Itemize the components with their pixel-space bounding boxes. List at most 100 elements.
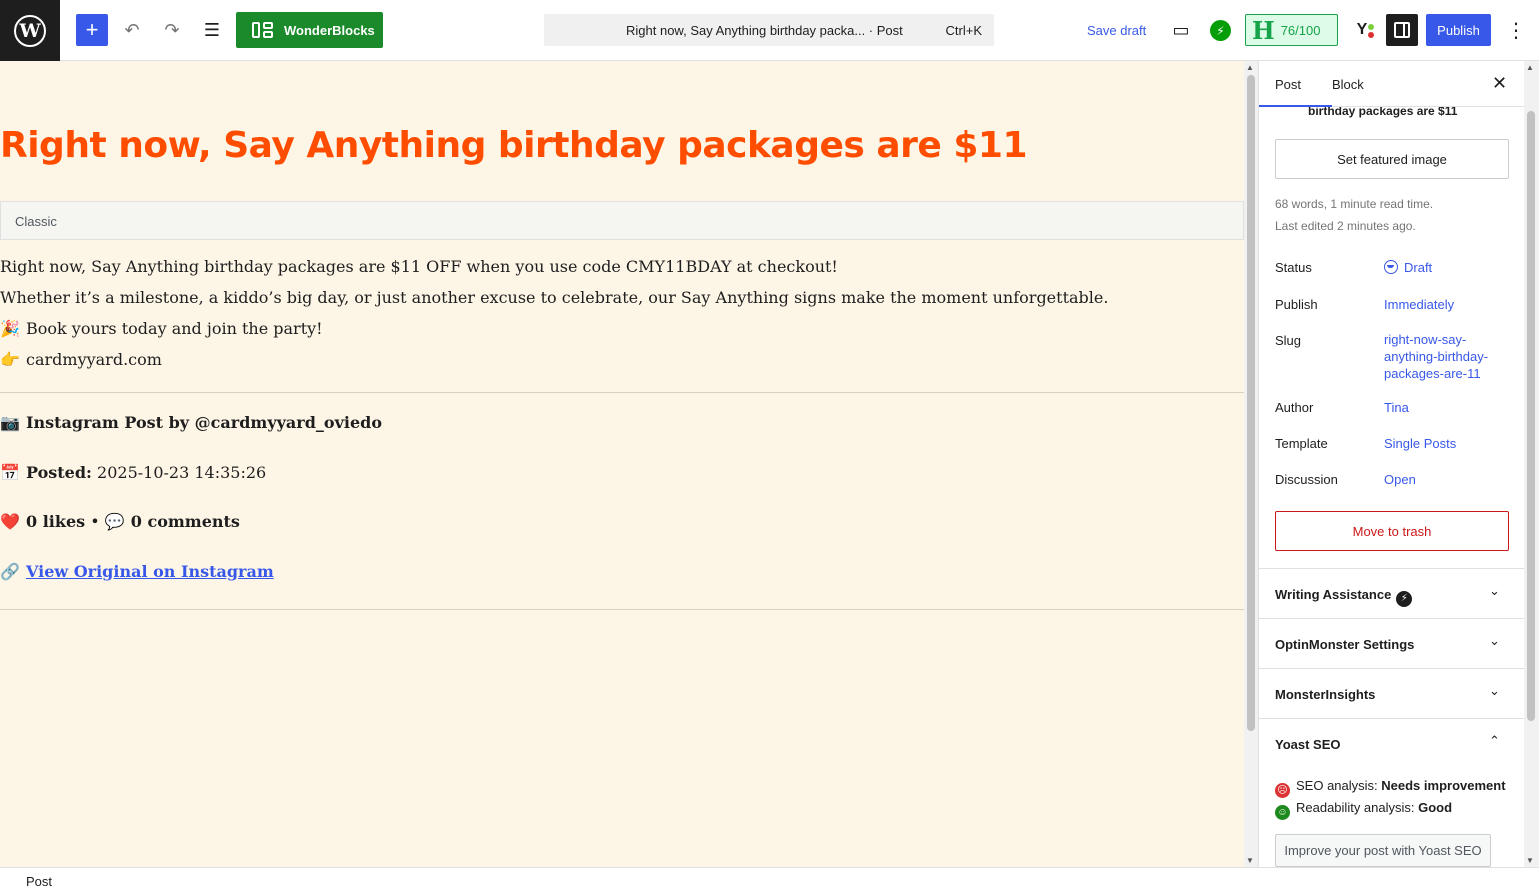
jetpack-ai-icon: ⚡ [1396, 591, 1413, 607]
calendar-icon: 📅 [0, 462, 20, 482]
instagram-link-row: 🔗 View Original on Instagram [0, 562, 382, 612]
canvas-scroll-thumb[interactable] [1247, 75, 1255, 731]
yoast-toolbar-icon[interactable]: Y [1346, 14, 1378, 46]
jetpack-icon[interactable]: ⚡ [1210, 20, 1231, 41]
scroll-down-icon[interactable]: ▼ [1246, 856, 1254, 865]
redo-icon[interactable]: ↷ [156, 14, 188, 46]
discussion-label: Discussion [1275, 472, 1338, 487]
command-shortcut: Ctrl+K [945, 22, 982, 38]
draft-status-icon [1384, 260, 1398, 274]
close-icon[interactable]: ✕ [1492, 73, 1507, 94]
scroll-up-icon[interactable]: ▲ [1246, 63, 1254, 72]
headline-score-icon: H [1252, 15, 1275, 45]
headline-score-button[interactable]: H 76/100 [1245, 14, 1338, 46]
undo-icon[interactable]: ↶ [116, 14, 148, 46]
panel-writing-assistance[interactable]: Writing Assistance ⚡ ⌄ [1259, 568, 1524, 618]
slug-label: Slug [1275, 333, 1302, 348]
set-featured-image-button[interactable]: Set featured image [1275, 139, 1509, 179]
add-block-button[interactable]: + [76, 14, 108, 46]
scroll-up-icon[interactable]: ▲ [1526, 63, 1534, 72]
panel-title: MonsterInsights [1275, 687, 1376, 702]
yoast-status-dot-red [1368, 32, 1374, 38]
settings-sidebar-toggle[interactable] [1386, 14, 1418, 46]
post-title[interactable]: Right now, Say Anything birthday package… [0, 125, 1028, 166]
panel-title: Yoast SEO [1275, 737, 1341, 752]
chevron-down-icon[interactable]: ⌄ [1489, 683, 1500, 699]
divider [0, 392, 1244, 393]
status-value[interactable]: Draft [1384, 259, 1432, 276]
publish-value[interactable]: Immediately [1384, 296, 1454, 313]
chevron-up-icon[interactable]: ⌃ [1489, 733, 1500, 749]
panel-monsterinsights[interactable]: MonsterInsights ⌄ [1259, 668, 1524, 718]
scroll-down-icon[interactable]: ▼ [1526, 856, 1534, 865]
happy-face-icon: ☺ [1275, 805, 1290, 820]
instagram-info-block: 📷 Instagram Post by @cardmyyard_oviedo 📅 P… [0, 413, 382, 611]
panel-title: Writing Assistance ⚡ [1275, 587, 1413, 607]
status-label: Status [1275, 260, 1312, 275]
camera-icon: 📷 [0, 413, 20, 432]
wordpress-logo-icon: W [14, 14, 46, 47]
editor-toolbar: W + ↶ ↷ ☰ WonderBlocks Right now, Say An… [0, 0, 1539, 61]
template-value[interactable]: Single Posts [1384, 435, 1456, 452]
preview-device-icon[interactable]: ▭ [1165, 14, 1197, 46]
paragraph-website: 👉 cardmyyard.com [0, 344, 1108, 375]
canvas-scrollbar[interactable]: ▲ ▼ [1244, 61, 1258, 867]
wonderblocks-icon [252, 22, 274, 38]
slug-value[interactable]: right-now-say- anything-birthday- packag… [1384, 331, 1488, 382]
document-overview-icon[interactable]: ☰ [196, 14, 228, 46]
options-menu-icon[interactable]: ⋮ [1500, 14, 1532, 46]
speech-bubble-icon: 💬 [104, 512, 125, 531]
wonderblocks-button[interactable]: WonderBlocks [236, 12, 383, 48]
sad-face-icon: ☹ [1275, 783, 1290, 798]
author-label: Author [1275, 400, 1314, 415]
panel-yoast-seo[interactable]: Yoast SEO ⌃ [1259, 718, 1524, 768]
instagram-engagement: ❤️ 0 likes • 💬 0 comments [0, 512, 240, 531]
sidebar-tabs: Post Block ✕ [1259, 61, 1524, 107]
chevron-down-icon[interactable]: ⌄ [1489, 633, 1500, 649]
yoast-letter: Y [1356, 21, 1368, 38]
breadcrumb[interactable]: Post [26, 874, 52, 889]
author-value[interactable]: Tina [1384, 399, 1409, 416]
editor-canvas[interactable]: Right now, Say Anything birthday package… [0, 61, 1244, 867]
panel-title: OptinMonster Settings [1275, 637, 1415, 652]
block-breadcrumb-bar: Post [0, 867, 1539, 892]
divider [0, 609, 1244, 610]
instagram-post-by: 📷 Instagram Post by @cardmyyard_oviedo [0, 413, 382, 432]
classic-block-label: Classic [15, 214, 57, 229]
pointing-hand-icon: 👉 [0, 350, 20, 369]
save-draft-button[interactable]: Save draft [1087, 23, 1146, 38]
publish-label: Publish [1275, 297, 1318, 312]
wordpress-logo-button[interactable]: W [0, 0, 60, 61]
heart-icon: ❤️ [0, 512, 20, 531]
panel-optinmonster[interactable]: OptinMonster Settings ⌄ [1259, 618, 1524, 668]
sidebar-scroll-thumb[interactable] [1527, 111, 1535, 721]
yoast-status-dot-green [1368, 24, 1374, 30]
command-palette-bar[interactable]: Right now, Say Anything birthday packa..… [544, 14, 994, 46]
last-edited: Last edited 2 minutes ago. [1275, 219, 1416, 233]
paragraph-offer: Right now, Say Anything birthday package… [0, 257, 838, 276]
paragraph-milestone: Whether it’s a milestone, a kiddo’s big … [0, 288, 1109, 307]
chevron-down-icon[interactable]: ⌄ [1489, 583, 1500, 599]
seo-analysis: ☹ SEO analysis: Needs improvement [1275, 778, 1506, 798]
document-title: Right now, Say Anything birthday packa..… [626, 22, 903, 38]
template-label: Template [1275, 436, 1328, 451]
classic-block-toolbar[interactable]: Classic [0, 201, 1244, 240]
discussion-value[interactable]: Open [1384, 471, 1416, 488]
publish-button[interactable]: Publish [1426, 14, 1491, 46]
headline-score-value: 76/100 [1280, 22, 1321, 38]
readability-analysis: ☺ Readability analysis: Good [1275, 800, 1452, 820]
improve-with-yoast-button[interactable]: Improve your post with Yoast SEO [1275, 834, 1491, 867]
paragraph-book: 🎉 Book yours today and join the party! [0, 313, 1108, 344]
classic-block-content[interactable]: Right now, Say Anything birthday package… [0, 251, 1108, 375]
wonderblocks-label: WonderBlocks [284, 22, 375, 38]
sidebar-scrollbar[interactable]: ▲ ▼ [1524, 61, 1539, 867]
move-to-trash-button[interactable]: Move to trash [1275, 511, 1509, 551]
word-count: 68 words, 1 minute read time. [1275, 197, 1434, 211]
tab-block[interactable]: Block [1332, 77, 1364, 92]
active-tab-indicator [1259, 105, 1332, 107]
settings-sidebar: birthday packages are $11 Post Block ✕ S… [1258, 61, 1524, 867]
sidebar-toggle-icon [1394, 22, 1410, 38]
view-original-link[interactable]: View Original on Instagram [26, 562, 274, 581]
tab-post[interactable]: Post [1275, 77, 1301, 92]
instagram-posted-date: 📅 Posted: 2025-10-23 14:35:26 [0, 462, 267, 482]
